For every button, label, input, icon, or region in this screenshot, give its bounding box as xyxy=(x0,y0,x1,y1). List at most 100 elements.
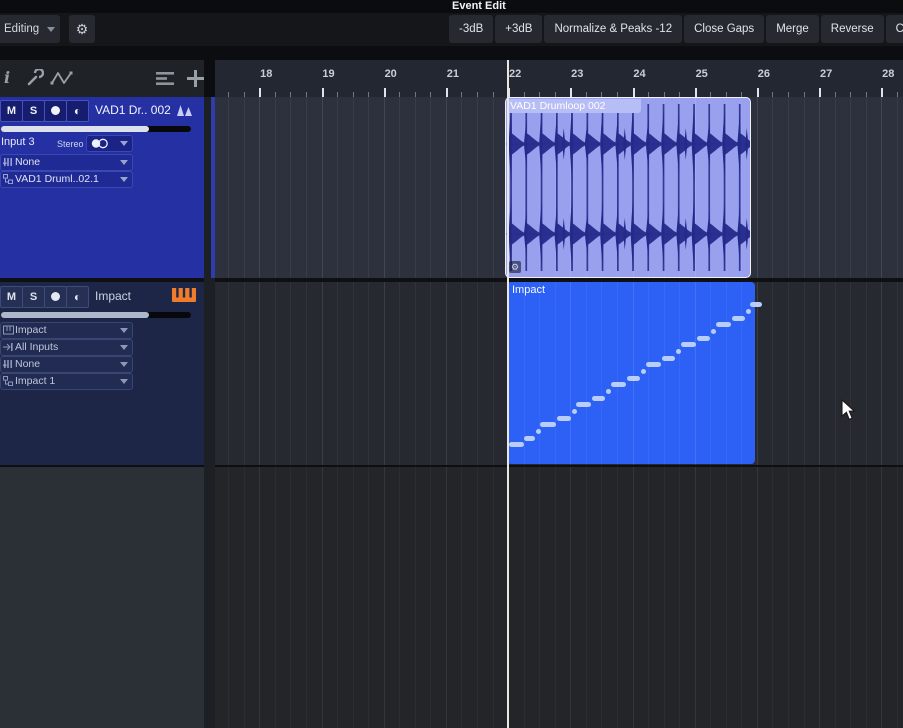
gridline xyxy=(726,282,727,465)
editing-preset-dropdown[interactable]: Editing xyxy=(0,15,60,43)
event-edit-button--3db[interactable]: -3dB xyxy=(449,15,493,43)
gridline xyxy=(757,467,758,728)
gridline xyxy=(772,97,773,278)
track-lane-instrument[interactable]: Impact xyxy=(215,282,903,465)
chevron-down-icon xyxy=(120,379,128,384)
midi-note xyxy=(732,316,745,321)
audio-event[interactable]: VAD1 Drumloop 002 ⚙ xyxy=(505,97,751,278)
toolbar-title-strip: Event Edit xyxy=(0,0,903,13)
sends-dropdown[interactable]: None xyxy=(0,356,133,373)
gridline xyxy=(555,467,556,728)
track-header-audio[interactable]: M S ◐ VAD1 Dr.. 002 Input 3 Stereo None xyxy=(0,97,204,278)
track-name[interactable]: Impact xyxy=(95,289,131,303)
solo-button[interactable]: S xyxy=(22,100,45,122)
event-edit-button--3db[interactable]: +3dB xyxy=(495,15,542,43)
midi-note xyxy=(627,376,640,381)
gridline xyxy=(850,467,851,728)
automation-curve-icon[interactable] xyxy=(50,70,74,86)
gridline xyxy=(741,282,742,465)
track-controls-icon[interactable] xyxy=(156,72,176,86)
ruler-bar-number: 26 xyxy=(752,68,776,80)
midi-note xyxy=(641,369,646,374)
gridline xyxy=(617,282,618,465)
midi-note xyxy=(611,382,626,387)
input-dropdown[interactable]: All Inputs xyxy=(0,339,133,356)
gridline xyxy=(275,97,276,278)
ruler-bar-number: 20 xyxy=(379,68,403,80)
event-edit-button-reverse[interactable]: Reverse xyxy=(821,15,884,43)
instrument-dropdown[interactable]: Impact xyxy=(0,322,133,339)
gridline xyxy=(493,282,494,465)
midi-event[interactable]: Impact xyxy=(507,282,755,464)
monitor-button[interactable]: ◐ xyxy=(66,100,89,122)
gridline xyxy=(322,282,323,465)
ruler-bar-tick xyxy=(322,88,324,97)
sends-dropdown[interactable]: None xyxy=(0,154,133,171)
wrench-icon[interactable] xyxy=(26,69,44,87)
mouse-pointer-icon xyxy=(841,399,856,421)
gridline xyxy=(415,467,416,728)
output-routing-dropdown[interactable]: VAD1 Druml..02.1 xyxy=(0,171,133,188)
track-header-instrument[interactable]: M S ◐ Impact Impact All xyxy=(0,282,204,465)
gridline xyxy=(726,467,727,728)
gridline xyxy=(259,467,260,728)
event-edit-button-close-gaps[interactable]: Close Gaps xyxy=(684,15,764,43)
volume-slider[interactable] xyxy=(1,126,191,132)
gridline xyxy=(804,467,805,728)
gridline xyxy=(322,97,323,278)
solo-button[interactable]: S xyxy=(22,286,45,308)
daw-window: Event Edit Editing ⚙ -3dB+3dBNormalize &… xyxy=(0,0,903,728)
gridline xyxy=(664,467,665,728)
track-lane-audio[interactable]: VAD1 Drumloop 002 ⚙ xyxy=(215,97,903,278)
gridline xyxy=(866,282,867,465)
add-track-icon[interactable] xyxy=(186,69,205,88)
routing-icon xyxy=(3,174,13,184)
gridline xyxy=(415,282,416,465)
event-edit-button-normalize-peaks-12[interactable]: Normalize & Peaks -12 xyxy=(544,15,682,43)
gridline xyxy=(415,97,416,278)
stereo-config-dropdown[interactable] xyxy=(86,135,133,152)
gridline xyxy=(586,467,587,728)
gridline xyxy=(430,97,431,278)
gridline xyxy=(539,282,540,465)
gridline xyxy=(399,97,400,278)
midi-note xyxy=(572,409,577,414)
toolbar-setup-button[interactable]: ⚙ xyxy=(69,15,95,43)
event-edit-button-cut-to-cursor[interactable]: Cut to Cursor xyxy=(886,15,903,43)
empty-lane-area[interactable] xyxy=(215,467,903,728)
output-dropdown[interactable]: Impact 1 xyxy=(0,373,133,390)
midi-note xyxy=(606,389,611,394)
gridline xyxy=(710,282,711,465)
gridline xyxy=(648,467,649,728)
event-gear-icon[interactable]: ⚙ xyxy=(509,261,521,273)
ruler-bar-tick xyxy=(446,88,448,97)
record-enable-button[interactable] xyxy=(44,100,67,122)
stereo-circles-icon xyxy=(90,138,110,149)
gridline xyxy=(399,282,400,465)
gridline xyxy=(570,467,571,728)
gridline xyxy=(679,282,680,465)
routing-icon xyxy=(3,376,13,386)
gridline xyxy=(835,467,836,728)
gear-icon: ⚙ xyxy=(76,21,89,37)
mute-button[interactable]: M xyxy=(0,286,23,308)
gridline xyxy=(430,282,431,465)
event-edit-button-merge[interactable]: Merge xyxy=(766,15,819,43)
ruler-bar-tick xyxy=(881,88,883,97)
midi-note xyxy=(592,396,605,401)
volume-slider[interactable] xyxy=(1,312,191,318)
record-enable-button[interactable] xyxy=(44,286,67,308)
ruler-bar-number: 24 xyxy=(628,68,652,80)
gridline xyxy=(290,97,291,278)
mute-button[interactable]: M xyxy=(0,100,23,122)
monitor-button[interactable]: ◐ xyxy=(66,286,89,308)
midi-note xyxy=(524,436,535,441)
ruler-bar-tick xyxy=(259,88,261,97)
track-name[interactable]: VAD1 Dr.. 002 xyxy=(95,103,171,117)
chevron-down-icon xyxy=(120,160,128,165)
midi-note xyxy=(540,422,556,427)
input-label: Input 3 xyxy=(1,136,35,148)
timeline-ruler[interactable]: 1819202122232425262728 xyxy=(215,60,903,97)
info-icon[interactable]: i xyxy=(4,68,10,87)
gridline xyxy=(368,467,369,728)
